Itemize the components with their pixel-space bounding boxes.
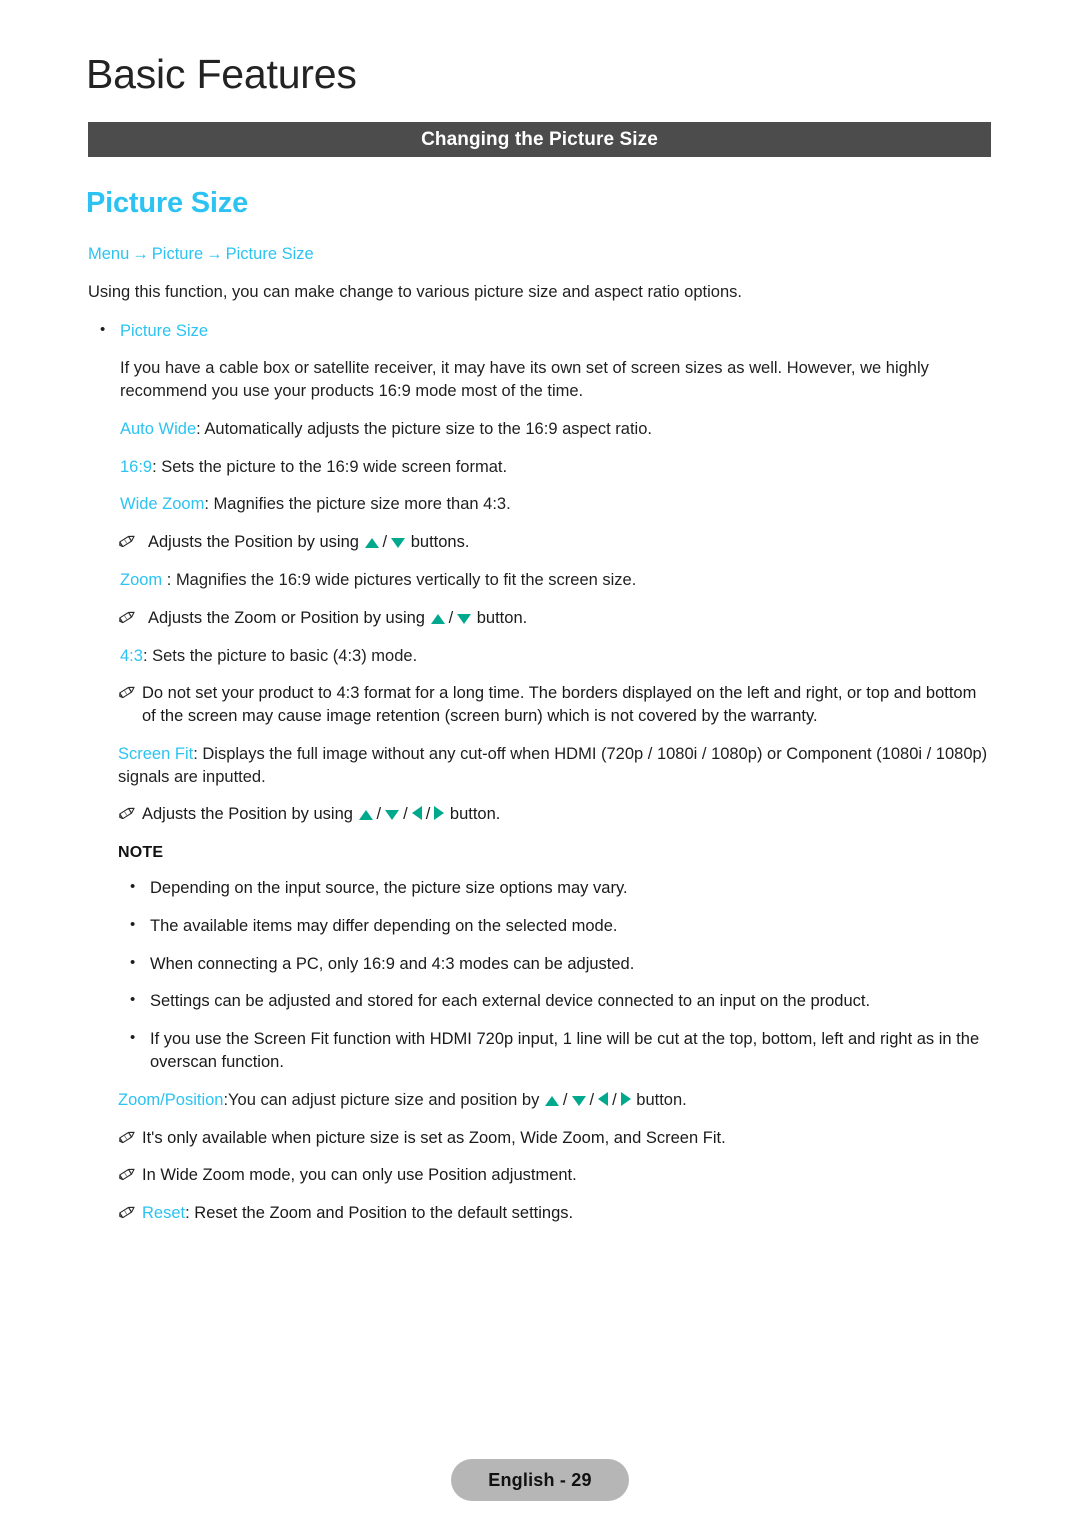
arrow-down-icon [385, 810, 400, 821]
arrow-up-icon [430, 613, 445, 624]
arrow-left-icon [411, 806, 422, 821]
mode-desc-4-3: : Sets the picture to basic (4:3) mode. [142, 646, 418, 665]
list-item: • Depending on the input source, the pic… [130, 877, 992, 900]
mode-key-auto-wide: Auto Wide [120, 419, 197, 438]
pencil-icon [118, 1127, 142, 1145]
mode-key-16-9: 16:9 [120, 457, 153, 476]
note-text: It's only available when picture size is… [142, 1128, 726, 1147]
mode-4-3: 4:3: Sets the picture to basic (4:3) mod… [120, 645, 992, 668]
note-section-heading: NOTE [118, 844, 164, 862]
bullet-dot-icon: • [130, 878, 136, 896]
arrow-down-icon [571, 1095, 586, 1106]
page-title: Picture Size [86, 187, 248, 219]
bullet-dot-icon: • [100, 320, 106, 338]
note-text: Adjusts the Position by using / buttons. [148, 533, 470, 552]
list-item-text: The available items may differ depending… [150, 916, 618, 935]
breadcrumb-item-menu[interactable]: Menu [88, 245, 129, 263]
page-number-badge: English - 29 [451, 1459, 629, 1501]
bullet-dot-icon: • [130, 1029, 136, 1047]
mode-key-wide-zoom: Wide Zoom [120, 495, 205, 514]
list-item: • If you use the Screen Fit function wit… [130, 1028, 992, 1074]
pencil-icon [118, 1164, 142, 1182]
list-item-picture-size: • Picture Size [100, 320, 1080, 343]
note-wide-zoom-position-only: In Wide Zoom mode, you can only use Posi… [118, 1164, 992, 1187]
mode-desc-wide-zoom: : Magnifies the picture size more than 4… [204, 495, 511, 514]
pencil-icon [118, 803, 142, 821]
intro-paragraph: Using this function, you can make change… [88, 282, 742, 301]
bullet-dot-icon: • [130, 915, 136, 933]
note-reset: Reset: Reset the Zoom and Position to th… [118, 1202, 992, 1225]
note-wide-zoom-position: Adjusts the Position by using / buttons. [118, 531, 992, 554]
note-screen-fit-position: Adjusts the Position by using / / / button… [118, 803, 992, 826]
breadcrumb-arrow-icon: → [132, 244, 149, 263]
breadcrumb: Menu → Picture → Picture Size [88, 243, 1080, 266]
note-text: Adjusts the Zoom or Position by using / … [148, 608, 528, 627]
breadcrumb-item-picture-size[interactable]: Picture Size [226, 245, 314, 263]
note-text: Adjusts the Position by using / / / button… [142, 805, 501, 824]
note-text: Reset: Reset the Zoom and Position to th… [142, 1204, 574, 1223]
mode-16-9: 16:9: Sets the picture to the 16:9 wide … [120, 456, 992, 479]
mode-screen-fit: Screen Fit: Displays the full image with… [118, 743, 992, 789]
page-number-label: English - 29 [488, 1469, 592, 1490]
list-item-text: Settings can be adjusted and stored for … [150, 992, 871, 1011]
bullet-dot-icon: • [130, 953, 136, 971]
list-item: • Settings can be adjusted and stored fo… [130, 990, 992, 1013]
list-item: • When connecting a PC, only 16:9 and 4:… [130, 953, 992, 976]
note-zoom-position: Adjusts the Zoom or Position by using / … [118, 607, 992, 630]
list-item-text: Depending on the input source, the pictu… [150, 879, 628, 898]
note-text: Do not set your product to 4:3 format fo… [142, 684, 977, 726]
mode-key-zoom: Zoom [120, 571, 163, 590]
list-item-text: If you use the Screen Fit function with … [150, 1030, 980, 1071]
bullet-dot-icon: • [130, 991, 136, 1009]
mode-desc-screen-fit: : Displays the full image without any cu… [118, 744, 988, 786]
pencil-icon [118, 607, 142, 625]
arrow-right-icon [434, 806, 445, 821]
mode-zoom-position: Zoom/Position:You can adjust picture siz… [118, 1090, 687, 1109]
list-item: • The available items may differ dependi… [130, 915, 992, 938]
list-item-text: When connecting a PC, only 16:9 and 4:3 … [150, 954, 635, 973]
section-header-title: Changing the Picture Size [421, 128, 658, 150]
pencil-icon [118, 531, 142, 549]
manual-page: Basic Features Changing the Picture Size… [0, 0, 1080, 1534]
mode-key-screen-fit: Screen Fit [118, 744, 194, 763]
mode-key-4-3: 4:3 [120, 646, 143, 665]
mode-auto-wide: Auto Wide: Automatically adjusts the pic… [120, 418, 992, 441]
arrow-left-icon [598, 1091, 609, 1106]
chapter-title: Basic Features [86, 51, 357, 97]
mode-desc-auto-wide: : Automatically adjusts the picture size… [196, 419, 652, 438]
mode-desc-16-9: : Sets the picture to the 16:9 wide scre… [152, 457, 508, 476]
arrow-up-icon [364, 538, 379, 549]
arrow-up-icon [358, 810, 373, 821]
arrow-down-icon [391, 538, 406, 549]
cable-box-paragraph: If you have a cable box or satellite rec… [120, 359, 929, 401]
page-content: Picture Size Menu → Picture → Picture Size U… [0, 186, 1080, 1225]
arrow-up-icon [544, 1095, 559, 1106]
mode-key-zoom-position: Zoom/Position [118, 1090, 224, 1109]
mode-wide-zoom: Wide Zoom: Magnifies the picture size mo… [120, 493, 992, 516]
mode-key-reset: Reset [142, 1204, 186, 1223]
list-item-label: Picture Size [120, 321, 209, 340]
section-header-bar: Changing the Picture Size [88, 122, 991, 157]
breadcrumb-item-picture[interactable]: Picture [152, 245, 203, 263]
mode-desc-zoom: : Magnifies the 16:9 wide pictures verti… [162, 571, 637, 590]
note-4-3-warning: Do not set your product to 4:3 format fo… [118, 682, 992, 728]
pencil-icon [118, 1202, 142, 1220]
note-text: In Wide Zoom mode, you can only use Posi… [142, 1166, 577, 1185]
note-zoom-position-availability: It's only available when picture size is… [118, 1127, 992, 1150]
breadcrumb-arrow-icon: → [206, 244, 223, 263]
mode-zoom: Zoom : Magnifies the 16:9 wide pictures … [120, 569, 992, 592]
arrow-right-icon [620, 1091, 631, 1106]
pencil-icon [118, 682, 142, 700]
arrow-down-icon [457, 613, 472, 624]
